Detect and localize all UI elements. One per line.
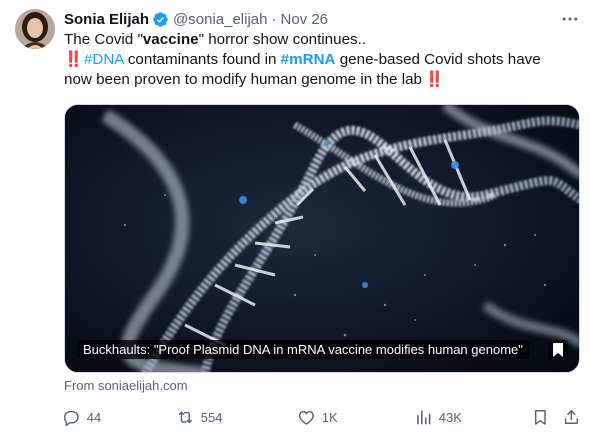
retweet-count: 554 (200, 409, 223, 425)
analytics-bars-icon (417, 409, 431, 425)
verified-badge-icon[interactable] (152, 11, 169, 28)
tweet-text-line-1: The Covid "vaccine" horror show continue… (64, 30, 564, 50)
more-horizontal-icon (562, 17, 578, 21)
view-count: 43K (438, 409, 462, 425)
hashtag-dna-link[interactable]: #DNA (84, 51, 124, 68)
bookmark-icon (547, 339, 569, 361)
heart-icon (298, 410, 314, 425)
text-segment: The Covid " (64, 31, 143, 48)
like-count: 1K (321, 409, 338, 425)
author-handle[interactable]: @sonia_elijah (173, 11, 267, 28)
tweet-media-card[interactable]: Buckhaults: "Proof Plasmid DNA in mRNA v… (64, 104, 580, 373)
text-segment: " horror show continues.. (198, 31, 367, 48)
retweet-icon (178, 411, 192, 423)
avatar-photo (15, 9, 55, 49)
bookmark-icon (534, 409, 546, 425)
text-segment: gene-based Covid shots have (335, 51, 541, 68)
tweet-header: Sonia Elijah @sonia_elijah · Nov 26 (64, 9, 328, 29)
avatar[interactable] (15, 9, 55, 49)
views-button[interactable]: 43K (414, 405, 462, 429)
tweet-text-line-3: now been proven to modify human genome i… (64, 70, 564, 90)
tweet-text-line-2: ‼️ #DNA contaminants found in #mRNA gene-… (64, 50, 564, 70)
text-segment: contaminants found in (123, 51, 281, 68)
text-bold-vaccine: vaccine (142, 31, 199, 48)
double-exclamation-emoji-icon: ‼️ (64, 51, 83, 68)
tweet-text: The Covid "vaccine" horror show continue… (64, 30, 564, 90)
reply-icon (64, 410, 79, 427)
reply-count: 44 (86, 409, 102, 425)
reply-button[interactable]: 44 (62, 405, 101, 429)
media-caption: Buckhaults: "Proof Plasmid DNA in mRNA v… (77, 340, 529, 359)
share-button[interactable] (562, 405, 581, 429)
dna-helix-image (65, 105, 579, 372)
retweet-button[interactable]: 554 (176, 405, 222, 429)
header-separator: · (271, 10, 277, 28)
author-display-name[interactable]: Sonia Elijah (64, 11, 149, 28)
text-segment: now been proven to modify human genome i… (64, 71, 422, 88)
media-source-link[interactable]: From soniaelijah.com (64, 377, 188, 395)
more-options-button[interactable] (558, 9, 582, 29)
tweet-action-bar: 44 554 1K 43K (62, 405, 584, 429)
hashtag-mrna-link[interactable]: #mRNA (281, 51, 336, 68)
like-button[interactable]: 1K (297, 405, 338, 429)
share-icon (564, 409, 578, 424)
bookmark-button[interactable] (531, 405, 550, 429)
double-exclamation-emoji-icon: ‼️ (424, 71, 444, 88)
tweet-date[interactable]: Nov 26 (280, 11, 328, 28)
